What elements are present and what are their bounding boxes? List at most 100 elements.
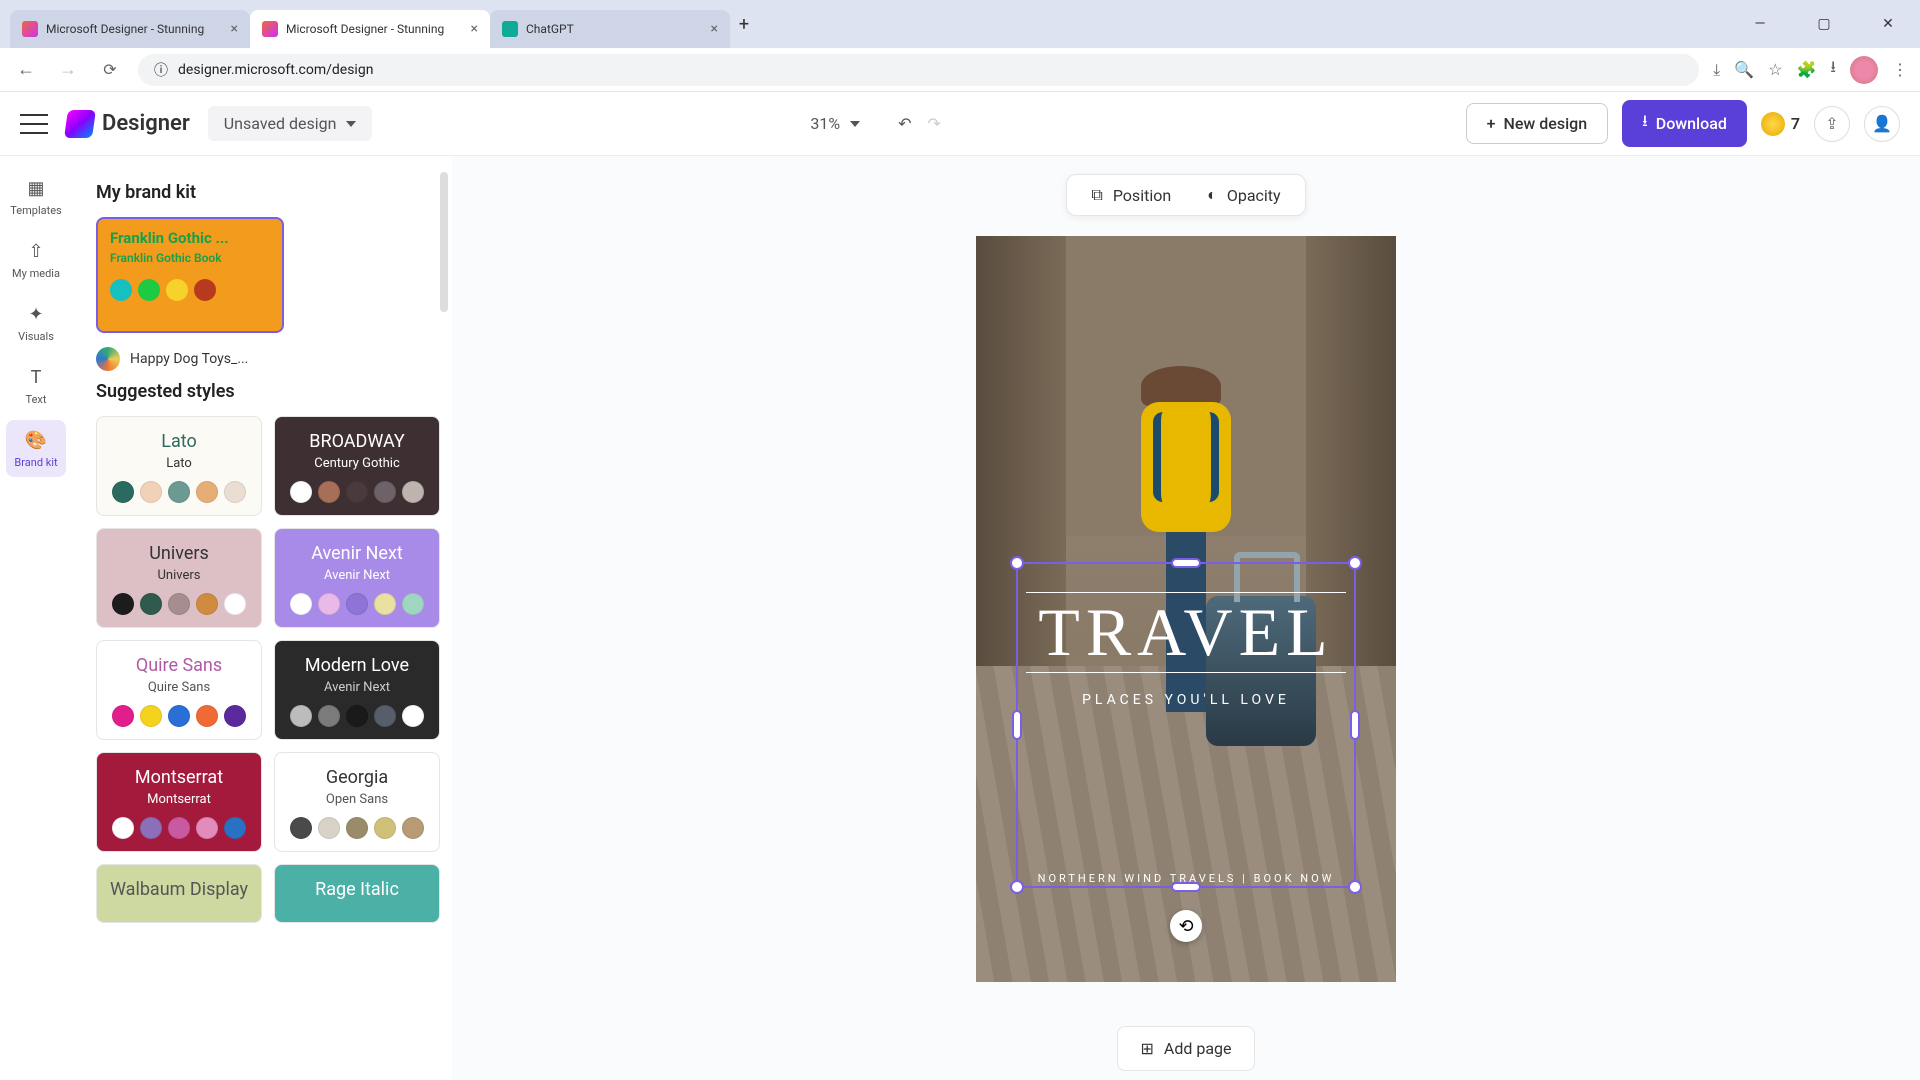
resize-handle[interactable] bbox=[1348, 880, 1362, 894]
style-secondary-font: Montserrat bbox=[107, 792, 251, 807]
account-button[interactable]: 👤 bbox=[1864, 106, 1900, 142]
extensions-icon[interactable]: 🧩 bbox=[1796, 60, 1816, 79]
style-card[interactable]: Walbaum Display bbox=[96, 864, 262, 923]
zoom-dropdown[interactable]: 31% bbox=[810, 114, 860, 133]
downloads-icon[interactable]: ⭳ bbox=[1830, 56, 1836, 83]
profile-avatar[interactable] bbox=[1850, 56, 1878, 84]
install-app-icon[interactable]: ⤓ bbox=[1713, 60, 1720, 80]
opacity-tool[interactable]: ◐ Opacity bbox=[1207, 185, 1280, 205]
style-swatches bbox=[285, 817, 429, 839]
rail-label: Text bbox=[26, 393, 47, 406]
back-button[interactable]: ← bbox=[12, 56, 40, 84]
undo-button[interactable]: ↶ bbox=[898, 114, 911, 133]
rail-label: My media bbox=[12, 267, 60, 280]
style-card[interactable]: GeorgiaOpen Sans bbox=[274, 752, 440, 852]
share-button[interactable]: ⇪ bbox=[1814, 106, 1850, 142]
rail-label: Brand kit bbox=[14, 456, 57, 469]
browser-toolbar: ← → ⟳ ⓘ designer.microsoft.com/design ⤓ … bbox=[0, 48, 1920, 92]
close-icon[interactable]: × bbox=[231, 21, 238, 37]
brandkit-swatches bbox=[110, 279, 270, 301]
app-name: Designer bbox=[102, 111, 190, 136]
bookmark-icon[interactable]: ☆ bbox=[1768, 60, 1782, 79]
left-rail: ▦ Templates ⇧ My media ✦ Visuals T Text … bbox=[0, 156, 72, 1080]
style-secondary-font: Lato bbox=[107, 456, 251, 471]
credits-badge[interactable]: 7 bbox=[1761, 112, 1800, 136]
tab-favicon bbox=[262, 21, 278, 37]
resize-handle[interactable] bbox=[1010, 880, 1024, 894]
address-bar[interactable]: ⓘ designer.microsoft.com/design bbox=[138, 54, 1699, 86]
style-swatches bbox=[285, 593, 429, 615]
style-swatches bbox=[107, 817, 251, 839]
style-card[interactable]: UniversUnivers bbox=[96, 528, 262, 628]
add-page-button[interactable]: ⊞ Add page bbox=[1117, 1026, 1254, 1071]
style-card[interactable]: BROADWAYCentury Gothic bbox=[274, 416, 440, 516]
tab-title: Microsoft Designer - Stunning bbox=[46, 22, 204, 36]
rail-templates[interactable]: ▦ Templates bbox=[6, 168, 66, 225]
resize-handle[interactable] bbox=[1171, 558, 1201, 568]
scrollbar[interactable] bbox=[440, 172, 448, 312]
resize-handle[interactable] bbox=[1010, 556, 1024, 570]
style-swatches bbox=[107, 481, 251, 503]
resize-handle[interactable] bbox=[1171, 882, 1201, 892]
plus-icon: + bbox=[1487, 114, 1496, 133]
design-name-dropdown[interactable]: Unsaved design bbox=[208, 106, 373, 141]
brand-kit-card[interactable]: Franklin Gothic ... Franklin Gothic Book bbox=[96, 217, 284, 333]
panel-heading: My brand kit bbox=[96, 182, 440, 203]
redo-button[interactable]: ↷ bbox=[928, 114, 941, 133]
rotate-handle[interactable]: ⟲ bbox=[1170, 910, 1202, 942]
color-swatch bbox=[138, 279, 160, 301]
design-canvas[interactable]: TRAVEL PLACES YOU'LL LOVE NORTHERN WIND … bbox=[976, 236, 1396, 982]
style-secondary-font: Quire Sans bbox=[107, 680, 251, 695]
brandkit-subtitle: Franklin Gothic Book bbox=[110, 251, 270, 265]
browser-tab[interactable]: Microsoft Designer - Stunning × bbox=[10, 10, 250, 48]
resize-handle[interactable] bbox=[1348, 556, 1362, 570]
style-card[interactable]: Quire SansQuire Sans bbox=[96, 640, 262, 740]
forward-button[interactable]: → bbox=[54, 56, 82, 84]
browser-tab-active[interactable]: Microsoft Designer - Stunning × bbox=[250, 10, 490, 48]
brand-kit-item[interactable]: Happy Dog Toys_... bbox=[96, 347, 440, 371]
minimize-button[interactable]: ― bbox=[1738, 8, 1782, 40]
app-logo[interactable]: Designer bbox=[66, 110, 190, 138]
panel-heading: Suggested styles bbox=[96, 381, 440, 402]
canvas-area: ⧉ Position ◐ Opacity TRAVEL PLACES YOU'L… bbox=[452, 156, 1920, 1080]
tab-favicon bbox=[502, 21, 518, 37]
rail-visuals[interactable]: ✦ Visuals bbox=[6, 294, 66, 351]
close-icon[interactable]: × bbox=[711, 21, 718, 37]
style-card[interactable]: Modern LoveAvenir Next bbox=[274, 640, 440, 740]
zoom-icon[interactable]: 🔍 bbox=[1734, 60, 1754, 79]
style-card[interactable]: LatoLato bbox=[96, 416, 262, 516]
menu-button[interactable] bbox=[20, 114, 48, 134]
style-card[interactable]: Avenir NextAvenir Next bbox=[274, 528, 440, 628]
browser-tab[interactable]: ChatGPT × bbox=[490, 10, 730, 48]
close-window-button[interactable]: ✕ bbox=[1866, 8, 1910, 40]
plus-icon: ⊞ bbox=[1140, 1039, 1153, 1058]
tool-label: Position bbox=[1113, 186, 1171, 205]
maximize-button[interactable]: ▢ bbox=[1802, 8, 1846, 40]
rail-brand-kit[interactable]: 🎨 Brand kit bbox=[6, 420, 66, 477]
new-tab-button[interactable]: + bbox=[730, 10, 758, 38]
reload-button[interactable]: ⟳ bbox=[96, 56, 124, 84]
menu-icon[interactable]: ⋮ bbox=[1892, 60, 1908, 79]
site-info-icon[interactable]: ⓘ bbox=[154, 60, 168, 80]
download-button[interactable]: ⭳ Download bbox=[1622, 100, 1747, 147]
rail-my-media[interactable]: ⇧ My media bbox=[6, 231, 66, 288]
design-name-text: Unsaved design bbox=[224, 114, 337, 133]
style-secondary-font: Avenir Next bbox=[285, 680, 429, 695]
close-icon[interactable]: × bbox=[471, 21, 478, 37]
tab-favicon bbox=[22, 21, 38, 37]
tab-title: ChatGPT bbox=[526, 22, 574, 36]
position-tool[interactable]: ⧉ Position bbox=[1091, 185, 1171, 205]
window-controls: ― ▢ ✕ bbox=[1738, 8, 1910, 40]
rail-text[interactable]: T Text bbox=[6, 357, 66, 414]
new-design-button[interactable]: + New design bbox=[1466, 103, 1609, 144]
coin-icon bbox=[1761, 112, 1785, 136]
color-swatch bbox=[110, 279, 132, 301]
resize-handle[interactable] bbox=[1350, 710, 1360, 740]
layers-icon: ⧉ bbox=[1091, 185, 1102, 205]
style-card[interactable]: MontserratMontserrat bbox=[96, 752, 262, 852]
style-swatches bbox=[285, 705, 429, 727]
url-text: designer.microsoft.com/design bbox=[178, 62, 373, 78]
style-card[interactable]: Rage Italic bbox=[274, 864, 440, 923]
selection-outline[interactable]: ⟲ bbox=[1016, 562, 1356, 888]
resize-handle[interactable] bbox=[1012, 710, 1022, 740]
